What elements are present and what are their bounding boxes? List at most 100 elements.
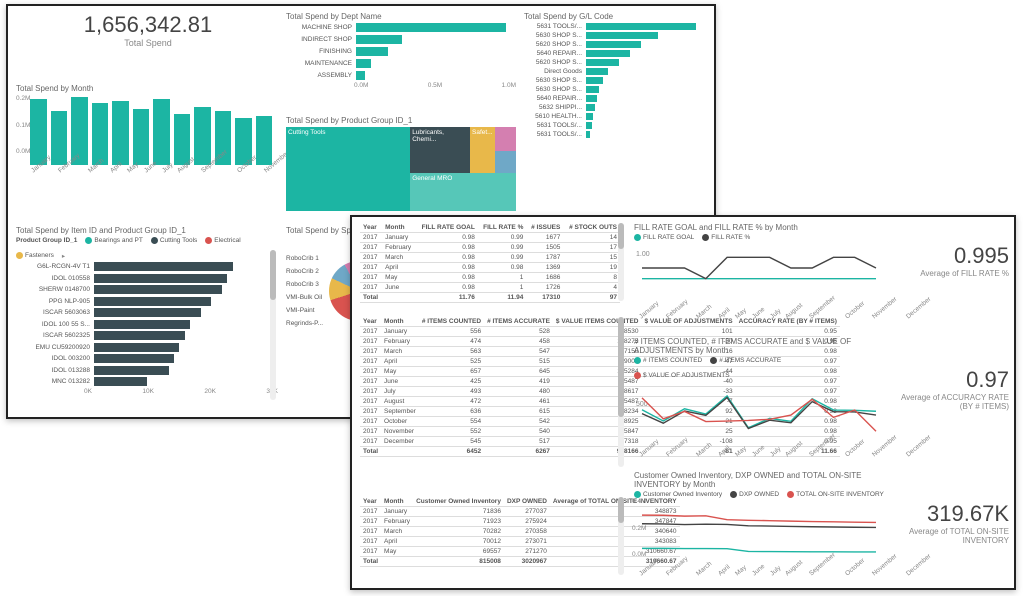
- total-spend-value: 1,656,342.81: [18, 12, 278, 38]
- scrollbar[interactable]: [618, 497, 624, 575]
- bar[interactable]: [356, 71, 365, 80]
- bar[interactable]: [356, 47, 388, 56]
- kpi-fill-rate: 0.995 Average of FILL RATE %: [897, 243, 1009, 278]
- chevron-right-icon[interactable]: ▸: [62, 252, 65, 260]
- bar-label: MNC 013282: [18, 378, 90, 385]
- bar[interactable]: [30, 99, 47, 165]
- treemap-cell-4[interactable]: [495, 127, 516, 151]
- scrollbar[interactable]: [618, 223, 624, 301]
- col-header[interactable]: # ISSUES: [526, 223, 563, 233]
- bar[interactable]: [94, 297, 211, 306]
- bar-label: IDOL 010558: [18, 275, 90, 282]
- bar[interactable]: [153, 99, 170, 165]
- bar[interactable]: [94, 320, 190, 329]
- chart-accuracy[interactable]: # ITEMS COUNTED, # ITEMS ACCURATE and $ …: [634, 337, 884, 460]
- pie-label: RoboCrib 3: [286, 281, 323, 288]
- chart-spend-by-gl[interactable]: Total Spend by G/L Code 5631 TOOLS/...56…: [524, 12, 710, 214]
- table-row[interactable]: 2017May0.98116868: [360, 273, 620, 283]
- table-row[interactable]: 2017January0.980.99167714: [360, 233, 620, 243]
- chart-title: Total Spend by Dept Name: [286, 12, 516, 21]
- bar[interactable]: [586, 23, 696, 30]
- scrollbar[interactable]: [270, 250, 276, 400]
- bar[interactable]: [356, 23, 506, 32]
- bar[interactable]: [94, 354, 174, 363]
- table-inventory[interactable]: YearMonthCustomer Owned InventoryDXP OWN…: [360, 497, 620, 567]
- bar[interactable]: [586, 113, 593, 120]
- bar[interactable]: [94, 262, 233, 271]
- pie-label: Regrinds-P...: [286, 320, 323, 327]
- bar[interactable]: [94, 366, 169, 375]
- col-header[interactable]: # ITEMS ACCURATE: [484, 317, 553, 327]
- col-header[interactable]: Year: [360, 223, 382, 233]
- bar[interactable]: [586, 86, 599, 93]
- col-header[interactable]: Month: [382, 223, 416, 233]
- chart-spend-by-pg[interactable]: Total Spend by Product Group ID_1 Cuttin…: [286, 116, 516, 214]
- table-fill-rate[interactable]: YearMonthFILL RATE GOALFILL RATE %# ISSU…: [360, 223, 620, 303]
- bar[interactable]: [356, 35, 402, 44]
- bar[interactable]: [586, 50, 630, 57]
- bar[interactable]: [51, 111, 68, 165]
- bar[interactable]: [112, 101, 129, 165]
- bar[interactable]: [94, 285, 222, 294]
- col-header[interactable]: Customer Owned Inventory: [413, 497, 504, 507]
- col-header[interactable]: Year: [360, 497, 381, 507]
- bar[interactable]: [194, 107, 211, 165]
- bar[interactable]: [94, 274, 227, 283]
- col-header[interactable]: FILL RATE GOAL: [416, 223, 478, 233]
- table-row[interactable]: 2017February0.980.99150517: [360, 243, 620, 253]
- bar[interactable]: [174, 114, 191, 166]
- bar[interactable]: [94, 377, 147, 386]
- bar[interactable]: [94, 331, 185, 340]
- bar[interactable]: [586, 131, 590, 138]
- bar[interactable]: [586, 77, 603, 84]
- bar[interactable]: [256, 116, 273, 165]
- col-header[interactable]: Month: [381, 317, 419, 327]
- scrollbar[interactable]: [618, 317, 624, 467]
- bar-label: SHERW 0148700: [18, 286, 90, 293]
- col-header[interactable]: $ VALUE ITEMS COUNTED: [553, 317, 642, 327]
- chart-spend-by-item[interactable]: Total Spend by Item ID and Product Group…: [16, 226, 278, 395]
- legend: FILL RATE GOAL FILL RATE %: [634, 234, 884, 241]
- bar[interactable]: [586, 32, 658, 39]
- bar[interactable]: [586, 59, 619, 66]
- col-header[interactable]: FILL RATE %: [478, 223, 527, 233]
- chart-title: Total Spend by Product Group ID_1: [286, 116, 516, 125]
- table-row[interactable]: 2017June0.98117264: [360, 283, 620, 293]
- total-spend-label: Total Spend: [18, 38, 278, 48]
- bar[interactable]: [586, 122, 592, 129]
- chart-title: # ITEMS COUNTED, # ITEMS ACCURATE and $ …: [634, 337, 884, 355]
- col-header[interactable]: # ITEMS COUNTED: [419, 317, 484, 327]
- treemap-cutting-tools[interactable]: Cutting Tools: [286, 127, 410, 211]
- treemap-lubricants[interactable]: Lubricants, Chemi...: [410, 127, 470, 173]
- bar-label: 5640 REPAIR...: [526, 95, 582, 102]
- kpi-value: 0.995: [897, 243, 1009, 269]
- bar[interactable]: [94, 308, 201, 317]
- col-header[interactable]: Month: [381, 497, 413, 507]
- bar[interactable]: [133, 109, 150, 165]
- chart-spend-by-dept[interactable]: Total Spend by Dept Name MACHINE SHOPIND…: [286, 12, 516, 89]
- treemap-cell-5[interactable]: [495, 151, 516, 174]
- bar-label: 5632 SHIPPI...: [526, 104, 582, 111]
- chart-spend-by-month[interactable]: Total Spend by Month 0.2M 0.1M 0.0M Janu…: [16, 84, 276, 204]
- table-accuracy[interactable]: YearMonth# ITEMS COUNTED# ITEMS ACCURATE…: [360, 317, 620, 457]
- table-row[interactable]: 2017January556528785301010.95: [360, 327, 840, 337]
- chart-inventory[interactable]: Customer Owned Inventory, DXP OWNED and …: [634, 471, 884, 579]
- bar-label: EMU CU59200920: [18, 344, 90, 351]
- bar[interactable]: [356, 59, 371, 68]
- treemap-general-mro[interactable]: General MRO: [410, 173, 516, 211]
- table-row[interactable]: 2017March0.980.99178715: [360, 253, 620, 263]
- bar[interactable]: [586, 41, 641, 48]
- bar[interactable]: [586, 104, 595, 111]
- col-header[interactable]: DXP OWNED: [504, 497, 550, 507]
- bar[interactable]: [94, 343, 179, 352]
- kpi-value: 319.67K: [897, 501, 1009, 527]
- table-row[interactable]: 2017April0.980.98136919: [360, 263, 620, 273]
- bar[interactable]: [92, 103, 109, 165]
- col-header[interactable]: # STOCK OUTS: [563, 223, 620, 233]
- bar[interactable]: [586, 95, 597, 102]
- bar[interactable]: [586, 68, 608, 75]
- bar-label: MACHINE SHOP: [288, 24, 352, 31]
- col-header[interactable]: Year: [360, 317, 381, 327]
- treemap-safety[interactable]: Safet...: [470, 127, 495, 173]
- chart-fill-rate[interactable]: FILL RATE GOAL and FILL RATE % by Month …: [634, 223, 884, 322]
